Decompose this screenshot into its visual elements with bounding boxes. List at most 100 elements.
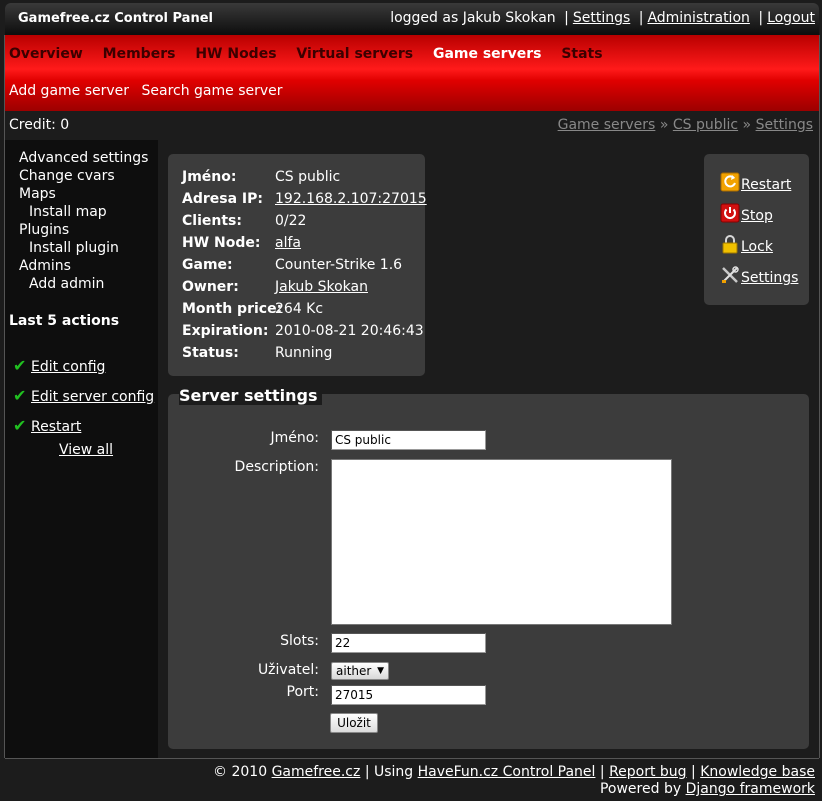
user-select-value: aither [336, 664, 372, 678]
main-nav-tabs: Overview Members HW Nodes Virtual server… [9, 46, 618, 62]
action-edit-config-link[interactable]: Edit config [31, 359, 105, 375]
nav-tab-overview[interactable]: Overview [9, 46, 83, 62]
lock-label: Lock [741, 239, 773, 255]
settings-button[interactable]: Settings [720, 265, 798, 286]
description-label: Description: [234, 459, 319, 475]
server-actions-panel: Restart Stop Lock Settings [704, 154, 809, 305]
stop-button[interactable]: Stop [720, 203, 773, 224]
power-icon [720, 203, 740, 223]
view-all-link[interactable]: View all [59, 442, 113, 458]
triangle-down-icon: ▼ [377, 666, 384, 676]
info-label: Game: [182, 257, 233, 273]
knowledge-base-link[interactable]: Knowledge base [700, 764, 815, 780]
logout-link[interactable]: Logout [767, 10, 815, 26]
nav-tab-members[interactable]: Members [103, 46, 176, 62]
info-value-expiration: 2010-08-21 20:46:43 [275, 323, 424, 339]
action-edit-server-config-link[interactable]: Edit server config [31, 389, 154, 405]
sidebar-item-install-map[interactable]: Install map [29, 204, 107, 220]
separator: | [638, 10, 644, 26]
sidebar: Advanced settings Change cvars Maps Inst… [5, 140, 158, 758]
sub-navigation: Add game server Search game server [9, 83, 291, 99]
breadcrumb-settings[interactable]: Settings [756, 117, 813, 133]
separator: | [564, 10, 569, 26]
lock-button[interactable]: Lock [720, 234, 773, 255]
server-settings-form: Server settings Jméno: Description: Slot… [168, 386, 809, 749]
restart-label: Restart [741, 177, 792, 193]
footer-links: © 2010 Gamefree.cz | Using HaveFun.cz Co… [213, 764, 815, 780]
info-label: Owner: [182, 279, 239, 295]
info-value-ip-link[interactable]: 192.168.2.107:27015 [275, 191, 427, 207]
slots-label: Slots: [280, 633, 319, 649]
port-input[interactable] [331, 685, 486, 705]
action-item: ✔ Restart [13, 416, 81, 435]
stop-label: Stop [741, 208, 773, 224]
credit-display: Credit: 0 [9, 117, 70, 133]
nav-tab-hw-nodes[interactable]: HW Nodes [195, 46, 276, 62]
info-label: Clients: [182, 213, 242, 229]
sidebar-item-maps[interactable]: Maps [19, 186, 56, 202]
info-value-clients: 0/22 [275, 213, 307, 229]
breadcrumb-game-servers[interactable]: Game servers [558, 117, 656, 133]
nav-tab-game-servers[interactable]: Game servers [433, 46, 542, 62]
sidebar-item-advanced-settings[interactable]: Advanced settings [19, 150, 148, 166]
settings-label: Settings [741, 270, 799, 286]
gamefree-link[interactable]: Gamefree.cz [272, 764, 361, 780]
name-input[interactable] [331, 430, 486, 450]
settings-link[interactable]: Settings [573, 10, 630, 26]
lock-icon [722, 235, 738, 254]
administration-link[interactable]: Administration [647, 10, 749, 26]
nav-tab-virtual-servers[interactable]: Virtual servers [296, 46, 413, 62]
action-restart-link[interactable]: Restart [31, 419, 81, 435]
sidebar-item-change-cvars[interactable]: Change cvars [19, 168, 115, 184]
copyright-text: © 2010 [213, 764, 268, 780]
restart-icon [720, 172, 740, 192]
info-value-month-price: 264 Kc [275, 301, 324, 317]
havefun-link[interactable]: HaveFun.cz Control Panel [418, 764, 596, 780]
logged-as-text: logged as Jakub Skokan [390, 10, 556, 26]
django-link[interactable]: Django framework [686, 781, 815, 797]
info-label: Adresa IP: [182, 191, 263, 207]
user-select[interactable]: aither ▼ [331, 662, 389, 680]
search-game-server-link[interactable]: Search game server [142, 83, 283, 99]
frame-right-border [819, 35, 820, 758]
info-value-name: CS public [275, 169, 341, 185]
check-icon: ✔ [13, 416, 27, 435]
action-item: ✔ Edit config [13, 356, 105, 375]
form-title: Server settings [179, 386, 322, 405]
info-label: Jméno: [182, 169, 237, 185]
save-button[interactable]: Uložit [330, 713, 378, 733]
description-textarea[interactable] [331, 459, 672, 625]
nav-tab-stats[interactable]: Stats [561, 46, 602, 62]
footer-separator: | [599, 764, 605, 780]
info-label: Month price: [182, 301, 283, 317]
action-item: ✔ Edit server config [13, 386, 154, 405]
slots-input[interactable] [331, 633, 486, 653]
tools-icon [722, 266, 739, 283]
name-label: Jméno: [270, 430, 319, 446]
info-value-owner-link[interactable]: Jakub Skokan [275, 279, 368, 295]
info-label: Expiration: [182, 323, 269, 339]
report-bug-link[interactable]: Report bug [609, 764, 687, 780]
breadcrumb: Game servers » CS public » Settings [558, 117, 813, 133]
info-label: Status: [182, 345, 239, 361]
last-actions-title: Last 5 actions [9, 313, 120, 329]
sidebar-item-install-plugin[interactable]: Install plugin [29, 240, 119, 256]
sidebar-item-admins[interactable]: Admins [19, 258, 71, 274]
top-bar: Gamefree.cz Control Panel logged as Jaku… [5, 3, 819, 35]
user-label: Uživatel: [257, 662, 319, 678]
main-content: Jméno: CS public Adresa IP: 192.168.2.10… [158, 140, 819, 758]
sidebar-item-plugins[interactable]: Plugins [19, 222, 69, 238]
footer-divider [5, 758, 819, 759]
info-value-hw-node-link[interactable]: alfa [275, 235, 301, 251]
status-badge: Running [275, 345, 333, 361]
check-icon: ✔ [13, 356, 27, 375]
info-value-game: Counter-Strike 1.6 [275, 257, 403, 273]
check-icon: ✔ [13, 386, 27, 405]
breadcrumb-cs-public[interactable]: CS public [673, 117, 738, 133]
user-bar: logged as Jakub Skokan | Settings | Admini… [390, 10, 815, 26]
sidebar-item-add-admin[interactable]: Add admin [29, 276, 104, 292]
add-game-server-link[interactable]: Add game server [9, 83, 129, 99]
using-text: | Using [364, 764, 414, 780]
restart-button[interactable]: Restart [720, 172, 791, 193]
powered-by-text: Powered by [599, 781, 682, 797]
